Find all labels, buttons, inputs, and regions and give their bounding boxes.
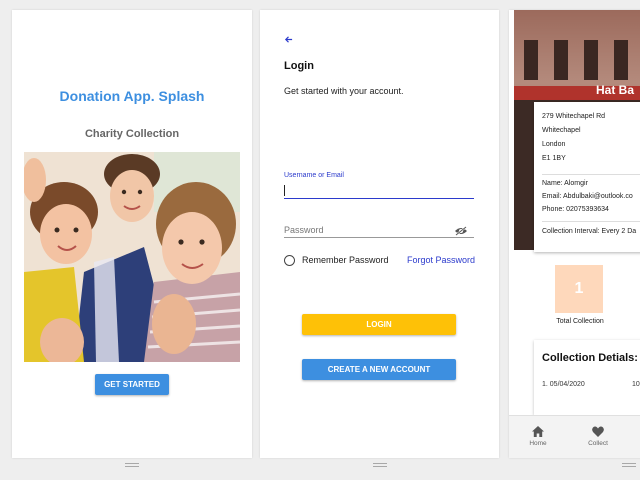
username-label: Username or Email: [284, 172, 344, 179]
children-photo-illustration: [24, 152, 240, 362]
splash-subtitle: Charity Collection: [84, 128, 180, 140]
contact-name: Name: Alomgir: [542, 180, 588, 187]
eye-off-icon[interactable]: [454, 223, 470, 236]
drag-handle[interactable]: [125, 463, 139, 467]
bottom-navigation: Home Collect: [509, 415, 640, 458]
arrow-left-icon-glyph: [284, 36, 293, 43]
shop-info-card: 279 Whitechapel Rd Whitechapel London E1…: [534, 102, 640, 252]
address-line: London: [542, 141, 566, 148]
shop-screen: Hat Ba 279 Whitechapel Rd Whitechapel Lo…: [509, 10, 640, 458]
login-heading: Login: [284, 60, 314, 72]
nav-home-label: Home: [529, 440, 547, 447]
address-line: 279 Whitechapel Rd: [542, 113, 606, 120]
shop-name: Hat Ba: [596, 83, 635, 97]
login-button[interactable]: LOGIN: [302, 314, 456, 335]
building-window: [524, 40, 538, 80]
splash-screen: Donation App. Splash Charity Collection: [12, 10, 252, 458]
heart-icon: [592, 426, 604, 437]
forgot-password-link[interactable]: Forgot Password: [407, 255, 475, 265]
remember-password-radio[interactable]: [284, 255, 295, 266]
login-subtitle: Get started with your account.: [284, 86, 404, 96]
contact-email: Email: Abdulbaki@outlook.co: [542, 193, 633, 200]
get-started-button[interactable]: GET STARTED: [95, 374, 169, 395]
splash-title: Donation App. Splash: [59, 88, 205, 104]
nav-collect-label: Collect: [588, 440, 608, 447]
total-collection-count: 1: [555, 265, 603, 313]
building-window: [554, 40, 568, 80]
username-input[interactable]: [284, 184, 474, 199]
collection-details-card: Collection Detials: 1. 05/04/2020 10: [534, 340, 640, 415]
collection-amount: 10: [632, 381, 640, 388]
building-window: [614, 40, 628, 80]
arrow-left-icon[interactable]: [284, 35, 293, 47]
eye-off-icon-glyph: [455, 226, 467, 236]
collection-details-title: Collection Detials:: [542, 352, 638, 364]
drag-handle[interactable]: [622, 463, 636, 467]
children-photo: [24, 152, 240, 362]
address-line: E1 1BY: [542, 155, 566, 162]
create-account-button[interactable]: CREATE A NEW ACCOUNT: [302, 359, 456, 380]
collection-interval: Collection Interval: Every 2 Da: [542, 228, 637, 235]
drag-handle[interactable]: [373, 463, 387, 467]
total-collection-label: Total Collection: [556, 318, 604, 325]
contact-phone: Phone: 02075393634: [542, 206, 609, 213]
divider: [542, 221, 640, 222]
login-screen: Login Get started with your account. Use…: [260, 10, 499, 458]
collection-date: 1. 05/04/2020: [542, 381, 585, 388]
nav-home[interactable]: Home: [518, 426, 558, 447]
password-input[interactable]: [284, 223, 474, 238]
home-icon: [532, 426, 544, 437]
remember-password-label[interactable]: Remember Password: [302, 255, 389, 265]
divider: [542, 174, 640, 175]
text-cursor: [284, 185, 285, 196]
building-window: [584, 40, 598, 80]
address-line: Whitechapel: [542, 127, 581, 134]
nav-collect[interactable]: Collect: [578, 426, 618, 447]
